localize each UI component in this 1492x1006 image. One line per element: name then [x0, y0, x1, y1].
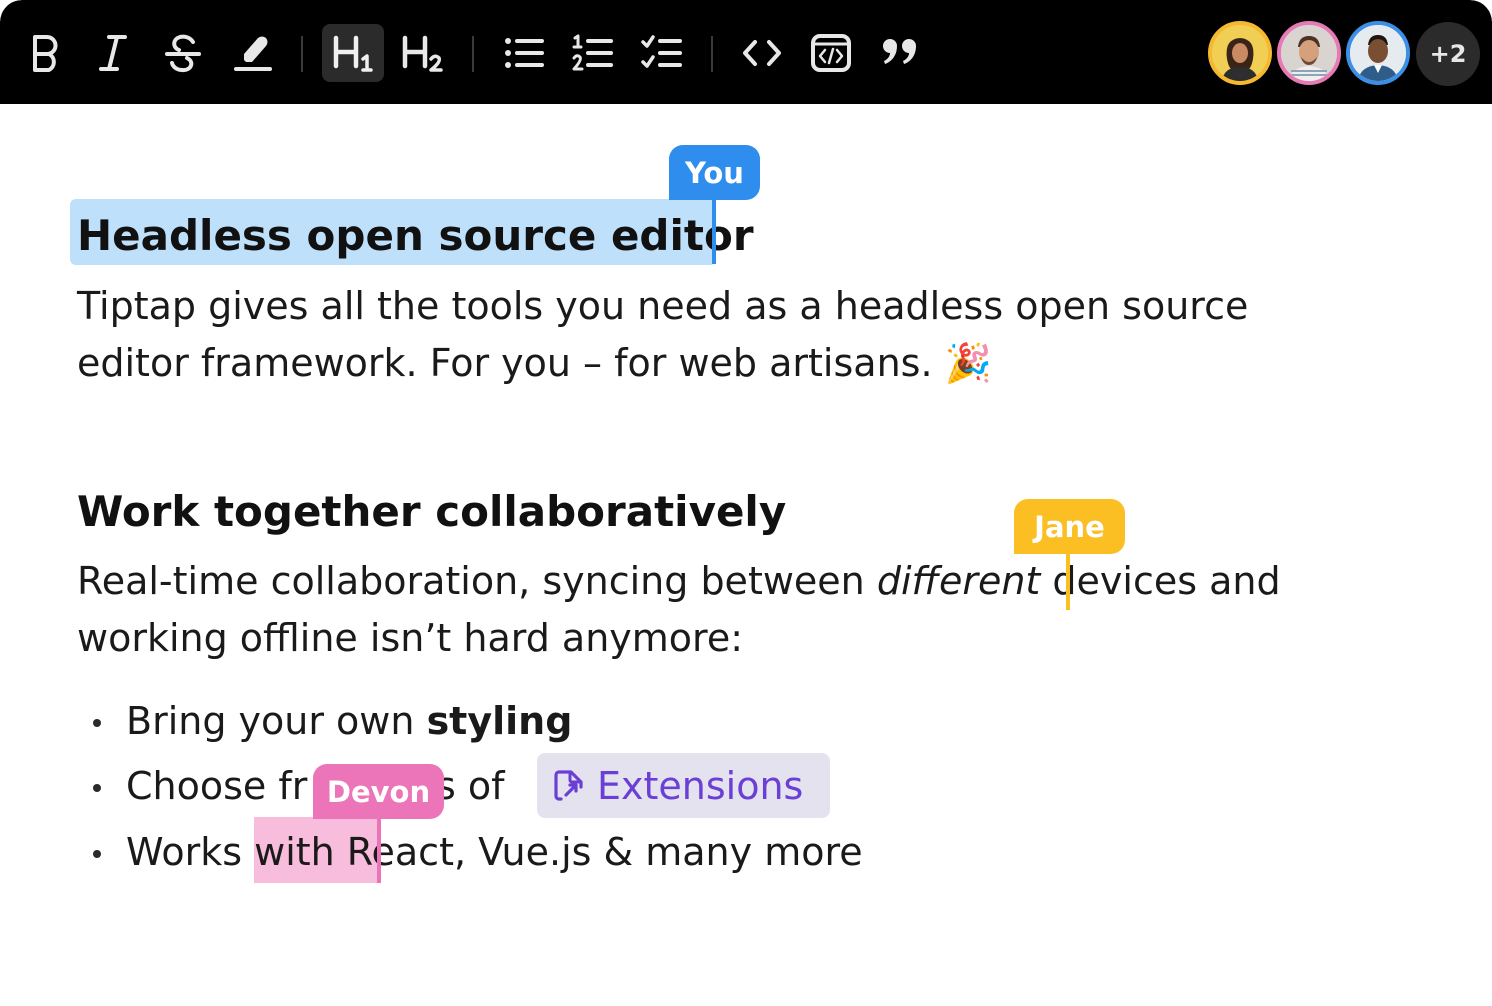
toolbar-divider — [472, 36, 474, 72]
ordered-list-button[interactable] — [562, 24, 624, 82]
paragraph-text: Real-time collaboration, syncing between — [77, 559, 877, 603]
heading-2[interactable]: Work together collaboratively — [77, 482, 786, 542]
task-list-button[interactable] — [631, 24, 693, 82]
highlighter-icon — [234, 36, 272, 71]
list-item-text: Choose fr — [126, 764, 308, 808]
list-bullet — [93, 784, 101, 792]
highlight-button[interactable] — [222, 24, 284, 82]
collaborator-avatar[interactable] — [1346, 21, 1410, 85]
heading-2-icon — [402, 35, 443, 72]
bold-text: styling — [426, 699, 573, 743]
list-bullet — [93, 719, 101, 727]
editor-toolbar: +2 — [0, 0, 1492, 104]
paragraph-line[interactable]: editor framework. For you – for web arti… — [77, 335, 992, 392]
list-bullet — [93, 850, 101, 858]
code-block-button[interactable] — [800, 24, 862, 82]
heading-1[interactable]: Headless open source editor — [77, 206, 754, 266]
quote-icon — [883, 39, 916, 64]
list-item-text: eact, Vue.js & many more — [371, 830, 863, 874]
cursor-caret-you — [712, 196, 716, 264]
toolbar-divider — [711, 36, 713, 72]
paragraph-line[interactable]: working offline isn’t hard anymore: — [77, 610, 743, 667]
list-item-text: Bring your own — [126, 699, 427, 743]
avatar-woman-icon — [1212, 25, 1268, 81]
extensions-link-label: Extensions — [597, 763, 804, 808]
heading-2-button[interactable] — [391, 24, 453, 82]
ordered-list-icon — [572, 34, 613, 71]
document-link-icon — [554, 769, 583, 801]
inline-code-button[interactable] — [731, 24, 793, 82]
italic-button[interactable] — [82, 24, 144, 82]
code-block-icon — [811, 34, 851, 72]
paragraph-text: editor framework. For you – for web arti… — [77, 341, 933, 385]
list-item[interactable]: Choose fr — [126, 758, 307, 815]
paragraph-line[interactable]: Real-time collaboration, syncing between… — [77, 553, 1281, 610]
paragraph-text: devices and — [1040, 559, 1281, 603]
avatar-man-icon — [1350, 25, 1406, 81]
toolbar-divider — [301, 36, 303, 72]
collaborator-avatar[interactable] — [1208, 21, 1272, 85]
bold-icon — [33, 35, 58, 72]
selected-text: with R — [254, 830, 372, 874]
more-collaborators-badge[interactable]: +2 — [1416, 22, 1480, 86]
bullet-list-icon — [505, 38, 544, 68]
cursor-label-devon: Devon — [313, 764, 444, 819]
cursor-label-you: You — [669, 145, 760, 200]
strikethrough-icon — [165, 34, 201, 73]
collaborator-avatar[interactable] — [1277, 21, 1341, 85]
paragraph-line[interactable]: Tiptap gives all the tools you need as a… — [77, 278, 1248, 335]
cursor-caret-jane — [1066, 548, 1070, 610]
editor-window: +2 Headless open source editor You Tipta… — [0, 0, 1492, 1006]
extensions-link[interactable]: Extensions — [537, 753, 830, 818]
party-popper-emoji: 🎉 — [944, 341, 992, 385]
list-item[interactable]: Bring your own styling — [126, 693, 572, 750]
list-item-text: s of — [436, 764, 505, 808]
list-item[interactable]: Works with React, Vue.js & many more — [126, 824, 863, 881]
italic-icon — [99, 35, 127, 71]
blockquote-button[interactable] — [869, 24, 931, 82]
list-item-text: Works — [126, 830, 255, 874]
strikethrough-button[interactable] — [152, 24, 214, 82]
bullet-list-button[interactable] — [493, 24, 555, 82]
heading-1-icon — [333, 35, 373, 72]
heading-1-button[interactable] — [322, 24, 384, 82]
bold-button[interactable] — [14, 24, 76, 82]
code-icon — [743, 40, 781, 66]
cursor-label-jane: Jane — [1014, 499, 1125, 554]
avatar-man-icon — [1281, 25, 1337, 81]
cursor-caret-devon — [377, 810, 381, 883]
italic-text: different — [876, 559, 1041, 603]
task-list-icon — [641, 35, 682, 68]
